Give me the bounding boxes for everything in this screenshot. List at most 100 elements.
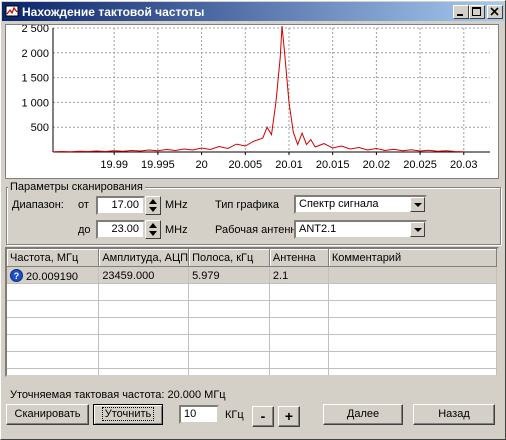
range-to-spinner[interactable] <box>145 220 161 239</box>
range-from-input[interactable]: 17.00 <box>96 196 145 215</box>
window-title: Нахождение тактовой частоты <box>22 5 205 19</box>
column-header[interactable]: Частота, МГц <box>7 249 100 267</box>
table-row[interactable] <box>7 368 497 375</box>
maximize-icon <box>472 7 481 16</box>
svg-text:?: ? <box>14 271 20 281</box>
to-unit: MHz <box>165 224 188 236</box>
from-unit: MHz <box>165 199 188 211</box>
from-label: от <box>78 199 89 211</box>
graph-type-value: Спектр сигнала <box>299 198 379 210</box>
scan-params-label: Параметры сканирования <box>8 181 145 193</box>
column-header[interactable]: Антенна <box>269 249 329 267</box>
table-row[interactable] <box>7 334 497 352</box>
minimize-icon <box>457 14 463 16</box>
table-row[interactable] <box>7 300 497 318</box>
table-cell: 23459.000 <box>98 266 190 284</box>
table-row[interactable] <box>7 351 497 369</box>
x-tick-label: 20.005 <box>228 159 262 171</box>
refine-button[interactable]: Уточнить <box>93 404 163 425</box>
minimize-button[interactable] <box>453 5 469 19</box>
results-table[interactable]: Частота, МГц Амплитуда, АЦП Полоса, кГц Ант… <box>5 247 499 377</box>
y-tick-label: 1 000 <box>21 97 49 109</box>
table-cell <box>188 283 270 301</box>
table-row[interactable]: ? 20.009190 23459.000 5.979 2.1 <box>7 266 497 284</box>
table-cell <box>188 317 270 335</box>
table-cell <box>7 283 100 301</box>
table-cell <box>98 368 190 375</box>
y-tick-label: 2 500 <box>21 25 49 35</box>
x-tick-label: 20 <box>195 159 207 171</box>
to-label: до <box>78 224 91 236</box>
x-tick-label: 19.995 <box>141 159 175 171</box>
y-tick-label: 2 000 <box>21 48 49 60</box>
next-button-label: Далее <box>346 408 380 420</box>
next-button[interactable]: Далее <box>323 404 403 425</box>
table-cell <box>7 351 100 369</box>
back-button[interactable]: Назад <box>413 404 495 425</box>
minus-button[interactable]: - <box>252 406 274 427</box>
range-label: Диапазон: <box>12 199 64 211</box>
table-cell <box>328 266 497 284</box>
table-cell <box>98 283 190 301</box>
table-cell <box>328 368 497 375</box>
table-cell <box>188 300 270 318</box>
table-cell: 2.1 <box>269 266 329 284</box>
table-cell <box>188 368 270 375</box>
table-cell <box>269 317 329 335</box>
app-icon <box>5 5 19 17</box>
step-input[interactable]: 10 <box>179 405 219 424</box>
plus-button[interactable]: + <box>278 406 300 427</box>
x-tick-label: 19.99 <box>100 159 128 171</box>
table-cell <box>328 283 497 301</box>
table-cell <box>7 334 100 352</box>
spin-arrows-icon <box>149 223 157 236</box>
y-tick-label: 500 <box>31 122 49 134</box>
step-unit: КГц <box>225 409 244 421</box>
column-header[interactable]: Амплитуда, АЦП <box>98 249 190 267</box>
title-bar[interactable]: Нахождение тактовой частоты <box>2 2 504 21</box>
close-icon <box>490 7 499 16</box>
table-row[interactable] <box>7 283 497 301</box>
table-cell <box>188 334 270 352</box>
x-tick-label: 20.01 <box>275 159 303 171</box>
x-tick-label: 20.025 <box>403 159 437 171</box>
scan-button[interactable]: Сканировать <box>6 404 89 425</box>
column-header[interactable]: Комментарий <box>328 249 497 267</box>
table-cell <box>98 300 190 318</box>
table-cell <box>328 317 497 335</box>
table-cell <box>188 351 270 369</box>
table-cell <box>328 351 497 369</box>
table-cell <box>7 368 100 375</box>
question-icon: ? <box>10 268 23 282</box>
chevron-down-icon[interactable] <box>410 197 425 212</box>
table-cell <box>269 300 329 318</box>
status-text: Уточняемая тактовая частота: 20.000 МГц <box>10 389 226 401</box>
range-to-input[interactable]: 23.00 <box>96 220 145 239</box>
main-window: Нахождение тактовой частоты 500 1 000 1 50… <box>0 0 506 440</box>
y-tick-label: 1 500 <box>21 73 49 85</box>
spin-arrows-icon <box>149 199 157 212</box>
maximize-button[interactable] <box>469 5 485 19</box>
table-cell <box>98 351 190 369</box>
table-row[interactable] <box>7 317 497 335</box>
x-tick-label: 20.02 <box>363 159 391 171</box>
graph-type-label: Тип графика <box>215 199 280 211</box>
graph-type-select[interactable]: Спектр сигнала <box>294 195 427 214</box>
back-button-label: Назад <box>438 408 470 420</box>
refine-button-label: Уточнить <box>101 407 155 421</box>
table-cell <box>269 283 329 301</box>
chevron-down-icon[interactable] <box>410 222 425 237</box>
x-tick-label: 20.015 <box>316 159 350 171</box>
close-button[interactable] <box>487 5 503 19</box>
column-header[interactable]: Полоса, кГц <box>188 249 270 267</box>
table-cell <box>328 300 497 318</box>
antenna-value: ANT2.1 <box>299 223 337 235</box>
range-from-spinner[interactable] <box>145 196 161 215</box>
antenna-select[interactable]: ANT2.1 <box>294 220 427 239</box>
table-cell <box>7 317 100 335</box>
table-cell <box>328 334 497 352</box>
x-tick-label: 20.03 <box>450 159 478 171</box>
table-cell <box>98 334 190 352</box>
scan-button-label: Сканировать <box>14 408 81 420</box>
table-cell <box>269 351 329 369</box>
